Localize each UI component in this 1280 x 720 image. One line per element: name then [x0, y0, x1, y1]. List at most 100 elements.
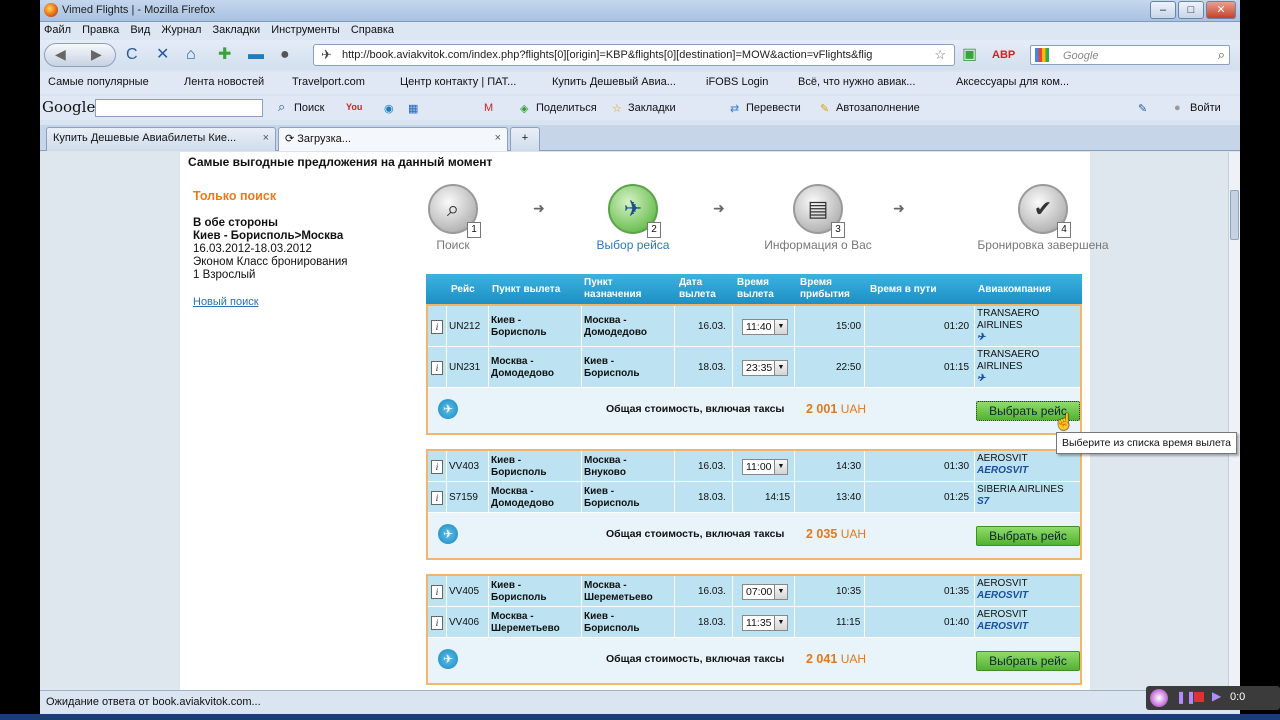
departure-time-select[interactable]: 11:35 ▼ [742, 615, 788, 631]
add-icon[interactable]: ▣ [962, 46, 977, 64]
destination-line1: Киев - [584, 611, 615, 622]
google-search-icon[interactable]: ⌕ [278, 99, 285, 115]
new-search-link[interactable]: Новый поиск [193, 296, 259, 308]
picasa-icon[interactable]: ◉ [384, 102, 394, 115]
tab-close-icon[interactable]: × [263, 132, 269, 144]
youtube-icon[interactable]: You [346, 102, 362, 112]
bookmark-news[interactable]: Лента новостей [184, 76, 264, 88]
menu-bookmarks[interactable]: Закладки [209, 22, 265, 38]
stop-icon[interactable]: ✕ [156, 46, 169, 64]
bookmark-aviak[interactable]: Всё, что нужно авиак... [798, 76, 915, 88]
departure-time-select[interactable]: 07:00 ▼ [742, 584, 788, 600]
search-box[interactable]: Google ⌕ [1030, 45, 1230, 65]
back-icon[interactable]: ◀ [55, 46, 66, 63]
departure-time-select[interactable]: 11:00 ▼ [742, 459, 788, 475]
screen-recorder-widget[interactable]: ❚❚ ▶ 0:0 [1146, 686, 1280, 710]
info-icon[interactable]: i [431, 361, 443, 375]
google-bookmarks-button[interactable]: Закладки [628, 102, 676, 114]
info-icon[interactable]: i [431, 585, 443, 599]
chevron-down-icon[interactable]: ▼ [774, 361, 787, 375]
flight-row[interactable]: i VV406 Москва - Шереметьево Киев - Борисполь… [428, 607, 1080, 638]
destination-line1: Киев - [584, 356, 615, 367]
departure-time: 14:15 [765, 492, 791, 503]
menu-view[interactable]: Вид [126, 22, 154, 38]
flight-row[interactable]: i UN212 Киев - Борисполь Москва - Домодедово 1… [428, 306, 1080, 347]
info-icon[interactable]: i [431, 616, 443, 630]
departure-time-select[interactable]: 23:35 ▼ [742, 360, 788, 376]
flight-row[interactable]: i VV403 Киев - Борисполь Москва - Внуково 16.0… [428, 451, 1080, 482]
reload-icon[interactable]: C [126, 46, 138, 64]
menu-tools[interactable]: Инструменты [267, 22, 344, 38]
chat-icon[interactable]: ● [280, 46, 290, 64]
info-icon[interactable]: i [431, 491, 443, 505]
flight-row[interactable]: i VV405 Киев - Борисполь Москва - Шереметьево… [428, 576, 1080, 607]
menu-file[interactable]: Файл [40, 22, 75, 38]
bookmark-contact-center[interactable]: Центр контакту | ПАТ... [400, 76, 516, 88]
cell-divider [581, 306, 582, 346]
tab-loading[interactable]: ⟳ Загрузка... × [278, 127, 508, 151]
forward-icon[interactable]: ▶ [91, 46, 102, 63]
sidebar-class: Эконом Класс бронирования [193, 256, 348, 268]
table-header: Рейс Пункт вылета Пункт назначения Дата … [426, 274, 1082, 304]
menu-help[interactable]: Справка [347, 22, 398, 38]
cell-divider [864, 451, 865, 481]
chevron-down-icon[interactable]: ▼ [774, 460, 787, 474]
share-icon[interactable]: ◈ [520, 102, 528, 115]
select-flight-button[interactable]: Выбрать рейс [976, 651, 1080, 671]
cell-divider [488, 607, 489, 637]
cell-divider [581, 482, 582, 512]
new-tab-button[interactable]: + [510, 127, 540, 151]
login-button[interactable]: Войти [1190, 102, 1221, 114]
translate-icon[interactable]: ⇄ [730, 102, 739, 115]
search-placeholder[interactable]: Google [1063, 50, 1098, 62]
google-search-input[interactable] [95, 99, 263, 117]
minimize-button[interactable]: – [1150, 1, 1176, 19]
close-button[interactable]: ✕ [1206, 1, 1236, 19]
play-icon[interactable]: ▶ [1212, 689, 1221, 703]
google-search-button[interactable]: Поиск [294, 102, 324, 114]
chevron-down-icon[interactable]: ▼ [774, 585, 787, 599]
search-icon[interactable]: ⌕ [1218, 47, 1225, 63]
back-forward-buttons[interactable]: ◀ ▶ [44, 43, 116, 67]
autofill-button[interactable]: Автозаполнение [836, 102, 920, 114]
home-icon[interactable]: ⌂ [186, 46, 196, 64]
share-button[interactable]: Поделиться [536, 102, 597, 114]
screenshot-icon[interactable]: ▬ [248, 46, 264, 64]
add-bookmark-icon[interactable]: ✚ [218, 46, 231, 64]
flight-row[interactable]: i S7159 Москва - Домодедово Киев - Борисполь 1… [428, 482, 1080, 513]
airline-logo: AeroSvit [977, 465, 1029, 476]
tab-close-icon[interactable]: × [495, 132, 501, 144]
translate-button[interactable]: Перевести [746, 102, 801, 114]
departure-time-select[interactable]: 11:40 ▼ [742, 319, 788, 335]
cell-divider [794, 576, 795, 606]
info-icon[interactable]: i [431, 460, 443, 474]
bookmark-buy-cheap[interactable]: Купить Дешевый Авиа... [552, 76, 676, 88]
chevron-down-icon[interactable]: ▼ [774, 616, 787, 630]
bookmark-ifobs[interactable]: iFOBS Login [706, 76, 768, 88]
star-bookmark-icon[interactable]: ☆ [612, 102, 622, 115]
airline-name-1: AEROSVIT [977, 578, 1028, 589]
maximize-button[interactable]: □ [1178, 1, 1204, 19]
bookmark-travelport[interactable]: Travelport.com [292, 76, 365, 88]
select-flight-button[interactable]: Выбрать рейс [976, 526, 1080, 546]
calendar-icon[interactable]: ▦ [408, 102, 418, 115]
flight-row[interactable]: i UN231 Москва - Домодедово Киев - Борисполь 1… [428, 347, 1080, 388]
scrollbar-thumb[interactable] [1230, 190, 1239, 240]
stop-record-icon[interactable] [1194, 692, 1204, 702]
tab-aviabilety[interactable]: Купить Дешевые Авиабилеты Кие... × [46, 127, 276, 151]
gmail-icon[interactable]: M [484, 102, 493, 114]
bookmark-accessories[interactable]: Аксессуары для ком... [956, 76, 1069, 88]
bookmark-popular[interactable]: Самые популярные [48, 76, 149, 88]
wrench-icon[interactable]: ✎ [1138, 102, 1147, 115]
adblock-icon[interactable]: ABP [992, 46, 1015, 64]
chevron-down-icon[interactable]: ▼ [774, 320, 787, 334]
url-text[interactable]: http://book.aviakvitok.com/index.php?fli… [342, 49, 922, 61]
menu-edit[interactable]: Правка [78, 22, 123, 38]
vertical-scrollbar[interactable] [1228, 152, 1240, 690]
cell-divider [488, 347, 489, 387]
star-icon[interactable]: ☆ [934, 47, 946, 63]
menu-history[interactable]: Журнал [157, 22, 205, 38]
address-bar[interactable]: ✈ http://book.aviakvitok.com/index.php?f… [313, 44, 955, 66]
autofill-icon[interactable]: ✎ [820, 102, 829, 115]
info-icon[interactable]: i [431, 320, 443, 334]
